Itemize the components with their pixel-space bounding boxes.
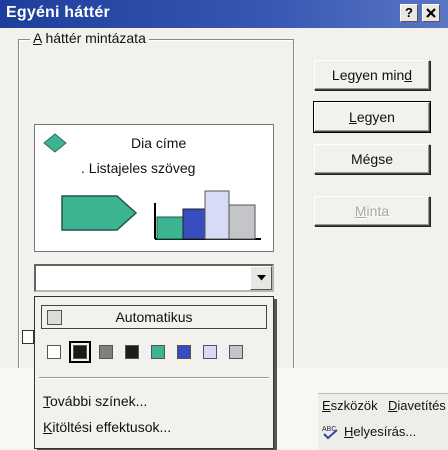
pentagon-arrow-shape [61,195,137,231]
menu-slideshow[interactable]: Diavetítés [388,398,446,413]
background-app-toolbar: Eszközök Diavetítés ABC Helyesírás... [318,393,448,450]
omit-master-graphics-checkbox[interactable] [22,330,34,344]
more-colors-item[interactable]: További színek... [43,393,147,409]
chevron-down-icon [256,275,266,281]
diamond-icon [43,133,67,153]
preview-bar-2 [182,208,206,240]
color-swatch[interactable] [203,345,217,359]
spelling-check-icon: ABC [322,426,338,440]
preview-bar-chart [154,190,261,240]
combo-dropdown-button[interactable] [250,266,272,290]
preview-button: Minta [314,196,430,226]
preview-bullet-text: . Listajeles szöveg [81,160,196,176]
fill-color-combo[interactable] [34,264,274,292]
fill-color-dropdown: Automatikus További színek... Kitöltési … [34,296,274,449]
fill-effects-item[interactable]: Kitöltési effektusok... [43,419,171,435]
menu-separator [39,377,269,379]
cancel-button[interactable]: Mégse [314,144,430,174]
preview-slide-title: Dia címe [131,135,187,151]
color-swatch[interactable] [47,345,61,359]
menu-tools[interactable]: Eszközök [322,398,378,413]
background-fill-group-label: A háttér mintázata [30,30,149,46]
preview-bar-4 [228,204,256,240]
automatic-color-option[interactable]: Automatikus [41,305,267,329]
color-swatch[interactable] [151,345,165,359]
color-swatch[interactable] [229,345,243,359]
preview-bar-1 [156,216,184,240]
apply-button[interactable]: Legyen [314,102,430,132]
color-swatch[interactable] [125,345,139,359]
color-swatch[interactable] [177,345,191,359]
slide-preview: Dia címe . Listajeles szöveg [34,124,274,252]
dialog-titlebar: Egyéni háttér ? [0,0,448,28]
color-swatch[interactable] [69,341,91,363]
preview-bar-3 [204,190,230,240]
automatic-color-label: Automatikus [115,309,193,325]
close-icon [426,8,436,18]
help-button[interactable]: ? [400,4,418,22]
apply-to-all-button[interactable]: Legyen mind [314,60,430,90]
color-swatch[interactable] [99,345,113,359]
spelling-button[interactable]: Helyesírás... [344,424,416,439]
close-button[interactable] [422,4,440,22]
dialog-title: Egyéni háttér [6,4,110,21]
